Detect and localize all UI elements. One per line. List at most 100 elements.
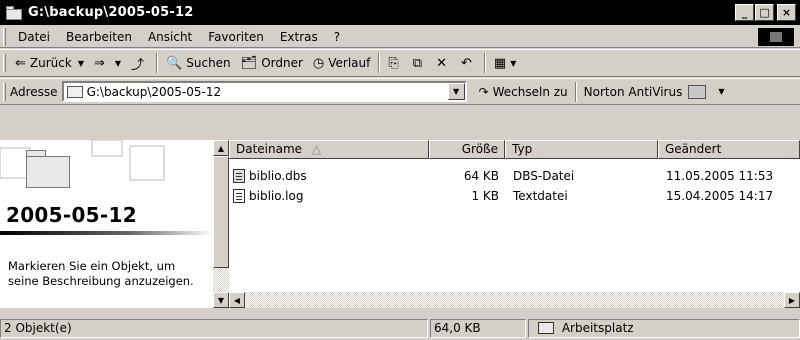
column-groesse[interactable]: Größe: [429, 140, 505, 159]
norton-dropdown-icon[interactable]: ▼: [718, 87, 724, 96]
forward-dropdown-icon[interactable]: ▼: [115, 59, 121, 68]
title-underline: [0, 231, 214, 235]
delete-button[interactable]: ✕: [431, 52, 456, 74]
back-label: Zurück: [29, 56, 72, 70]
file-modified: 11.05.2005 11:53: [666, 169, 774, 183]
web-view-pane: 2005-05-12 Markieren Sie ein Objekt, um …: [0, 140, 214, 308]
toolbar-separator: [378, 53, 381, 73]
address-input[interactable]: G:\backup\2005-05-12 ▼: [61, 81, 467, 102]
dbs-file-icon: [233, 169, 245, 183]
folders-label: Ordner: [261, 56, 303, 70]
folder-title: 2005-05-12: [6, 203, 137, 227]
address-label: Adresse: [10, 84, 58, 99]
close-button[interactable]: ×: [777, 4, 796, 21]
scroll-thumb[interactable]: [213, 156, 229, 268]
views-dropdown-icon[interactable]: ▼: [510, 59, 516, 68]
computer-icon: [538, 322, 554, 334]
table-row[interactable]: biblio.log 1 KB Textdatei 15.04.2005 14:…: [229, 186, 800, 206]
address-value[interactable]: G:\backup\2005-05-12: [87, 85, 222, 99]
address-dropdown-icon[interactable]: ▼: [447, 83, 465, 100]
copy-to-button[interactable]: ⧉: [408, 52, 431, 74]
forward-button[interactable]: ⇒ ▼: [89, 52, 126, 74]
menu-ansicht[interactable]: Ansicht: [140, 28, 200, 46]
copy-to-icon: ⧉: [412, 55, 423, 71]
status-object-count: 2 Objekt(e): [0, 319, 428, 338]
selection-hint: Markieren Sie ein Objekt, um seine Besch…: [8, 259, 194, 288]
search-label: Suchen: [186, 56, 231, 70]
status-size: 64,0 KB: [430, 319, 526, 338]
menu-datei[interactable]: Datei: [10, 28, 58, 46]
search-button[interactable]: 🔍 Suchen: [161, 52, 236, 74]
go-button[interactable]: ↷ Wechseln zu: [475, 85, 572, 99]
toolbar-separator: [574, 81, 577, 102]
move-to-button[interactable]: ⎘: [383, 52, 407, 74]
forward-arrow-icon: ⇒: [93, 55, 105, 71]
title-bar: G:\backup\2005-05-12 _ □ ×: [0, 0, 800, 25]
menu-favoriten[interactable]: Favoriten: [200, 28, 272, 46]
standard-toolbar: ⇐ Zurück ▼ ⇒ ▼ ⤴ 🔍 Suchen 🗂 Ordner ◷ Ver…: [0, 49, 800, 77]
menu-bar: Datei Bearbeiten Ansicht Favoriten Extra…: [0, 26, 800, 48]
go-label: Wechseln zu: [492, 84, 568, 99]
file-list-hscrollbar[interactable]: ◀ ▶: [229, 292, 800, 308]
windows-logo-icon: [758, 28, 794, 46]
folder-icon: [6, 5, 24, 20]
folders-button[interactable]: 🗂 Ordner: [236, 52, 308, 74]
text-file-icon: [233, 189, 245, 203]
history-label: Verlauf: [328, 56, 371, 70]
window-title: G:\backup\2005-05-12: [28, 5, 194, 20]
undo-button[interactable]: ↶: [456, 52, 481, 74]
back-button[interactable]: ⇐ Zurück ▼: [10, 52, 89, 74]
file-name: biblio.log: [249, 189, 304, 203]
file-name-cell: biblio.dbs: [229, 169, 429, 183]
menu-bearbeiten[interactable]: Bearbeiten: [58, 28, 140, 46]
column-geaendert[interactable]: Geändert: [658, 140, 800, 159]
file-name-cell: biblio.log: [229, 189, 429, 203]
file-name: biblio.dbs: [249, 169, 307, 183]
file-size: 1 KB: [471, 189, 499, 203]
scroll-right-icon[interactable]: ▶: [784, 292, 800, 308]
undo-icon: ↶: [460, 55, 472, 71]
left-pane-scrollbar[interactable]: ▲ ▼: [213, 140, 229, 308]
column-dateiname[interactable]: Dateiname △: [229, 140, 429, 159]
go-arrow-icon: ↷: [478, 84, 489, 99]
toolbar-separator: [156, 53, 159, 73]
up-folder-icon: ⤴: [131, 57, 145, 73]
menu-extras[interactable]: Extras: [272, 28, 326, 46]
list-header: Dateiname △ Größe Typ Geändert: [229, 140, 800, 159]
back-dropdown-icon[interactable]: ▼: [78, 59, 84, 68]
scroll-down-icon[interactable]: ▼: [213, 292, 229, 308]
folders-icon: 🗂: [240, 55, 258, 71]
folder-icon: [66, 85, 83, 98]
menu-grip[interactable]: [3, 27, 6, 46]
up-folder-button[interactable]: ⤴: [126, 52, 153, 74]
column-label: Dateiname: [236, 142, 303, 156]
address-bar: Adresse G:\backup\2005-05-12 ▼ ↷ Wechsel…: [0, 78, 800, 105]
zone-label: Arbeitsplatz: [561, 321, 634, 335]
file-type: DBS-Datei: [513, 169, 575, 183]
views-icon: ▦: [493, 55, 507, 71]
maximize-button[interactable]: □: [755, 4, 774, 21]
delete-icon: ✕: [436, 55, 447, 71]
move-to-icon: ⎘: [388, 55, 399, 71]
table-row[interactable]: biblio.dbs 64 KB DBS-Datei 11.05.2005 11…: [229, 166, 800, 186]
toolbar-separator: [483, 53, 486, 73]
minimize-button[interactable]: _: [735, 4, 754, 21]
scroll-left-icon[interactable]: ◀: [229, 292, 245, 308]
status-zone: Arbeitsplatz: [528, 319, 800, 338]
file-size: 64 KB: [463, 169, 499, 183]
column-typ[interactable]: Typ: [505, 140, 658, 159]
status-bar: 2 Objekt(e) 64,0 KB Arbeitsplatz: [0, 317, 800, 340]
address-grip[interactable]: [3, 82, 6, 101]
norton-antivirus-toolbar[interactable]: Norton AntiVirus ▼: [583, 84, 724, 99]
views-button[interactable]: ▦ ▼: [489, 52, 521, 74]
menu-help[interactable]: ?: [326, 28, 348, 46]
norton-icon: [688, 84, 707, 99]
back-arrow-icon: ⇐: [15, 55, 26, 71]
toolbar-grip[interactable]: [3, 54, 6, 72]
search-icon: 🔍: [166, 55, 183, 71]
history-button[interactable]: ◷ Verlauf: [308, 52, 375, 74]
folder-banner: 2005-05-12: [0, 140, 214, 240]
history-icon: ◷: [312, 55, 325, 71]
norton-label: Norton AntiVirus: [583, 84, 683, 99]
scroll-up-icon[interactable]: ▲: [213, 140, 229, 156]
